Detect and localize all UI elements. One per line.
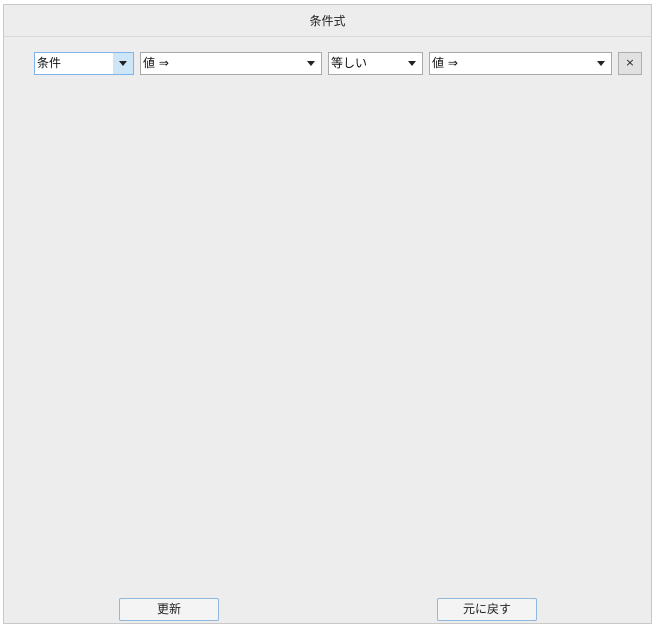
chevron-down-icon[interactable] bbox=[301, 53, 321, 74]
panel-title: 条件式 bbox=[4, 5, 651, 37]
right-value-select-value: 値 ⇒ bbox=[432, 56, 458, 70]
condition-select-value: 条件 bbox=[37, 56, 62, 70]
condition-select[interactable]: 条件 bbox=[34, 52, 134, 75]
chevron-down-icon[interactable] bbox=[591, 53, 611, 74]
left-value-select[interactable]: 値 ⇒ bbox=[140, 52, 322, 75]
left-value-select-value: 値 ⇒ bbox=[143, 56, 169, 70]
revert-button[interactable]: 元に戻す bbox=[437, 598, 537, 621]
right-value-select[interactable]: 値 ⇒ bbox=[429, 52, 612, 75]
chevron-down-icon[interactable] bbox=[402, 53, 422, 74]
condition-editor-panel: 条件式 条件 値 ⇒ 等しい 値 ⇒ × 更新 元に戻す bbox=[3, 4, 652, 624]
update-button[interactable]: 更新 bbox=[119, 598, 219, 621]
chevron-down-icon[interactable] bbox=[113, 53, 133, 74]
operator-select-value: 等しい bbox=[331, 56, 368, 70]
close-icon: × bbox=[625, 56, 635, 69]
operator-select[interactable]: 等しい bbox=[328, 52, 423, 75]
remove-condition-button[interactable]: × bbox=[618, 52, 642, 75]
